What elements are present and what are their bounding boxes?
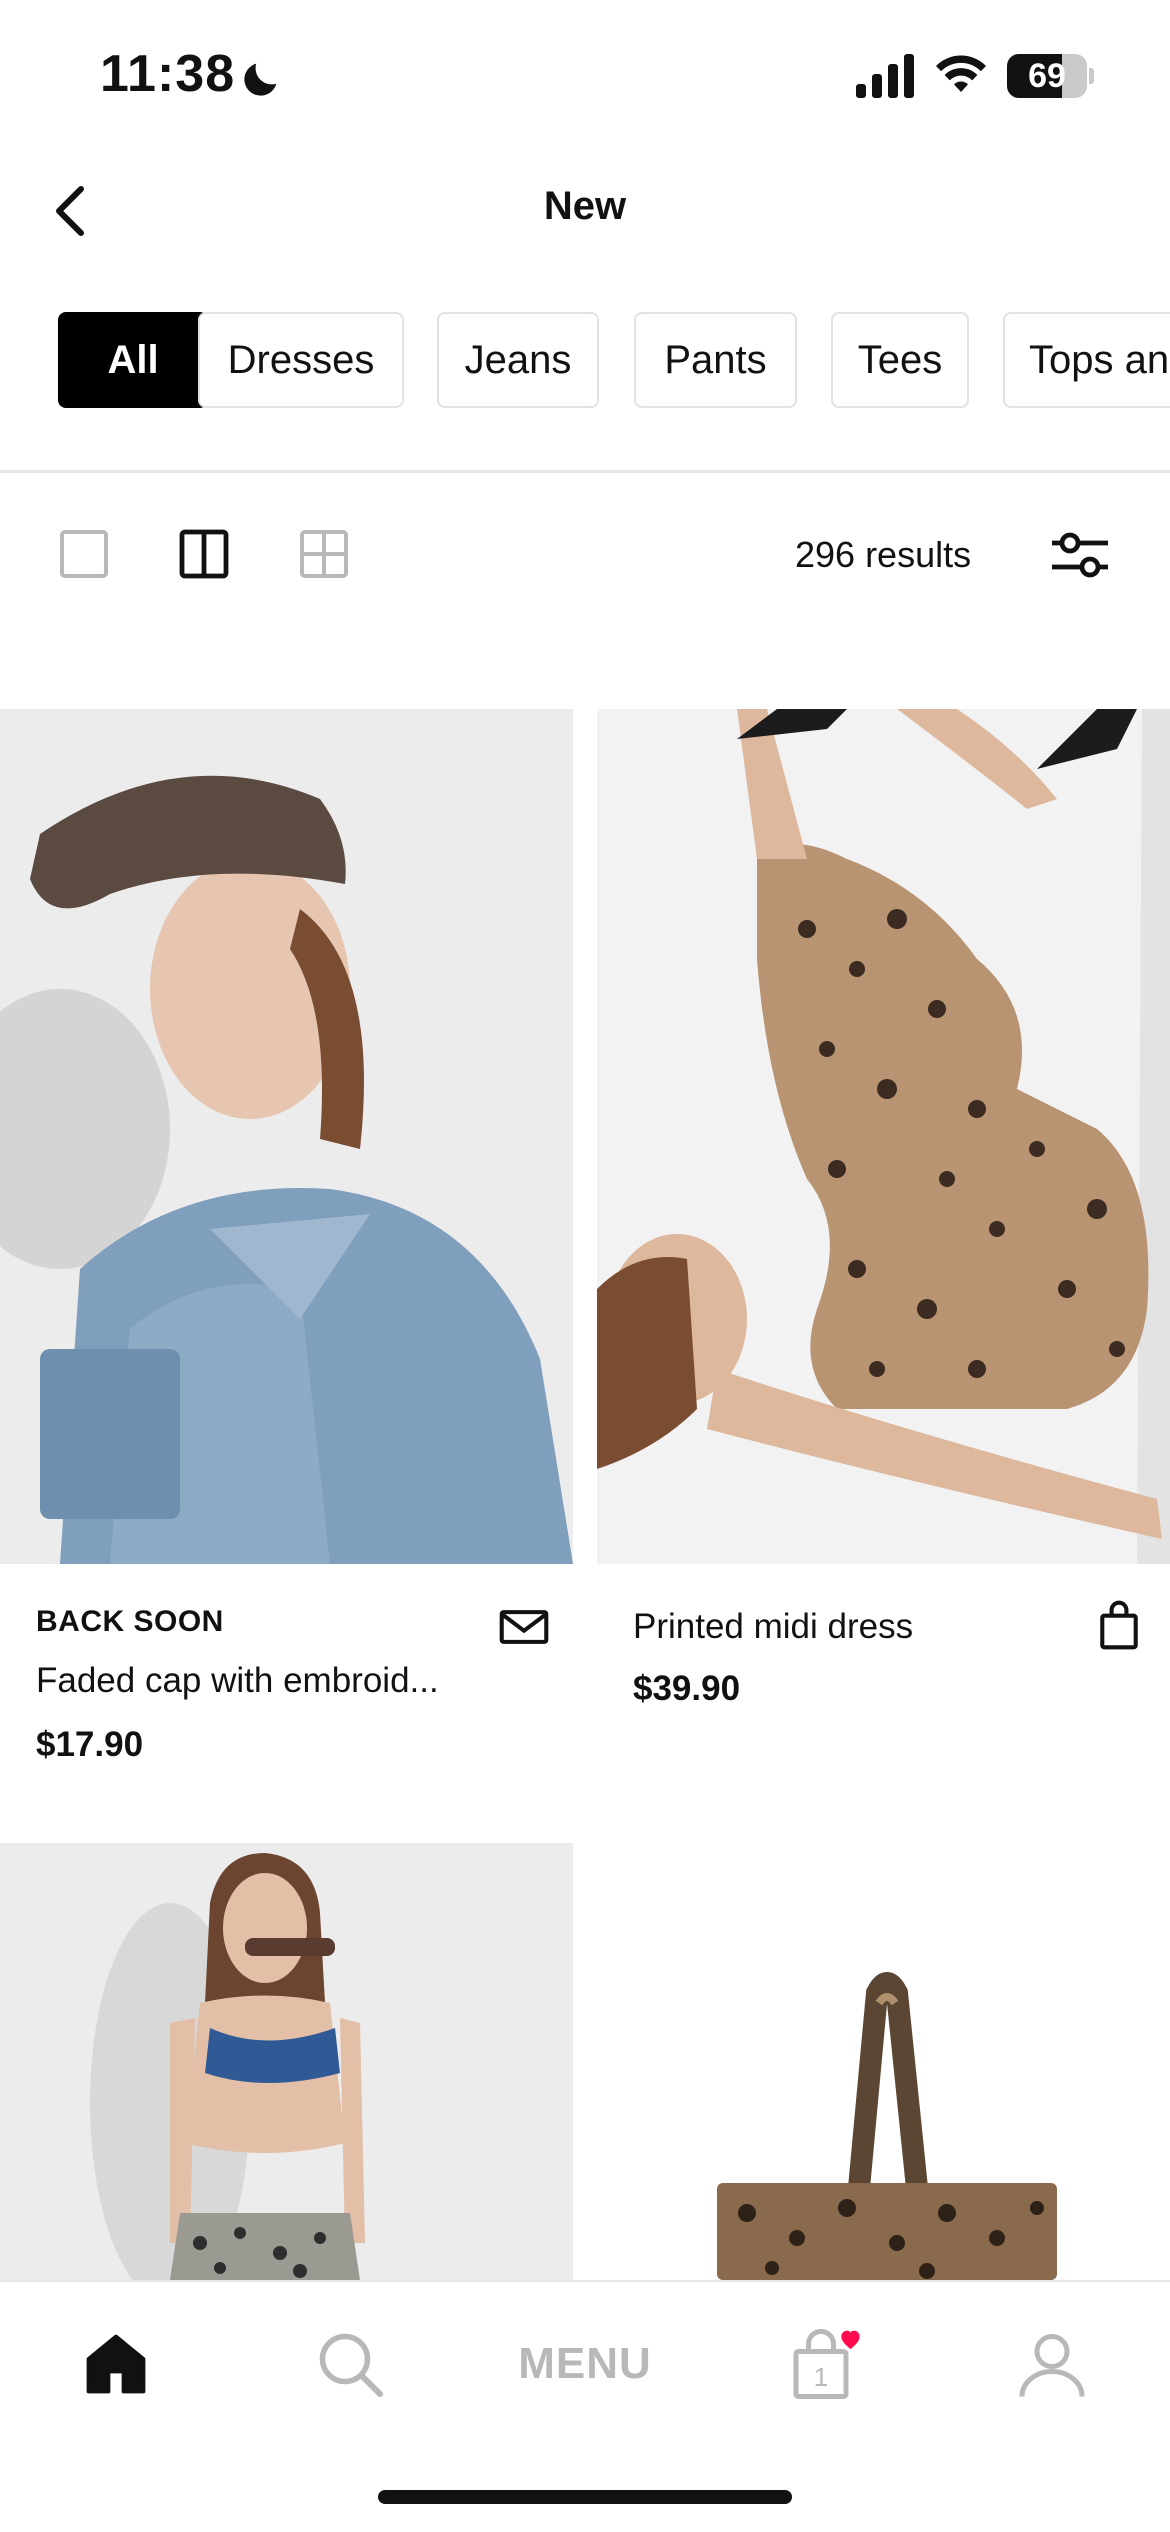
toolbar: 296 results: [0, 510, 1170, 600]
product-image[interactable]: [0, 709, 573, 1564]
moon-icon: [244, 63, 277, 96]
product-price: $39.90: [633, 1669, 741, 1708]
product-card[interactable]: [0, 1843, 573, 2280]
screen: 11:38 69 New All Dresses Jeans Pants Tee…: [0, 0, 1170, 2532]
product-card[interactable]: [597, 1843, 1170, 2280]
envelope-icon[interactable]: [498, 1601, 550, 1653]
signal-icon: [856, 54, 914, 98]
page-title: New: [543, 184, 627, 228]
chip-all[interactable]: All: [58, 312, 208, 408]
product-badge: BACK SOON: [36, 1605, 224, 1638]
four-grid-view-icon[interactable]: [298, 528, 350, 580]
shopping-bag-icon[interactable]: [1093, 1599, 1145, 1651]
home-indicator: [378, 2490, 792, 2504]
bag-count-badge: 1: [813, 2362, 829, 2392]
chip-jeans[interactable]: Jeans: [437, 312, 599, 408]
nav-search[interactable]: [310, 2324, 390, 2404]
status-bar: 11:38 69: [0, 0, 1170, 150]
header: New: [0, 150, 1170, 270]
battery-percentage: 69: [1028, 57, 1066, 95]
battery-icon: 69: [1007, 54, 1094, 98]
product-price: $17.90: [36, 1725, 144, 1764]
chip-pants[interactable]: Pants: [634, 312, 797, 408]
nav-profile[interactable]: [1012, 2324, 1092, 2404]
nav-home[interactable]: [76, 2324, 156, 2404]
filter-sliders-icon[interactable]: [1050, 526, 1110, 584]
product-card[interactable]: Printed midi dress $39.90: [597, 709, 1170, 1809]
product-image[interactable]: [597, 1843, 1170, 2280]
product-card[interactable]: BACK SOON Faded cap with embroid... $17.…: [0, 709, 573, 1809]
divider: [0, 470, 1170, 473]
status-time: 11:38: [100, 45, 236, 103]
single-column-view-icon[interactable]: [58, 528, 110, 580]
wifi-icon: [936, 55, 986, 92]
home-icon: [86, 2334, 146, 2394]
chip-dresses[interactable]: Dresses: [198, 312, 404, 408]
nav-menu[interactable]: MENU: [500, 2324, 670, 2404]
product-image[interactable]: [597, 709, 1170, 1564]
chip-tops[interactable]: Tops and: [1003, 312, 1170, 408]
profile-icon: [1019, 2334, 1085, 2397]
two-column-view-icon[interactable]: [178, 528, 230, 580]
nav-bag[interactable]: 1: [776, 2324, 876, 2404]
category-chips[interactable]: All Dresses Jeans Pants Tees Tops and: [58, 312, 1170, 410]
results-count: 296 results: [795, 534, 972, 575]
product-name[interactable]: Printed midi dress: [633, 1607, 913, 1647]
product-image[interactable]: [0, 1843, 573, 2280]
search-icon: [319, 2333, 383, 2397]
product-name[interactable]: Faded cap with embroid...: [36, 1661, 439, 1701]
chip-tees[interactable]: Tees: [831, 312, 969, 408]
